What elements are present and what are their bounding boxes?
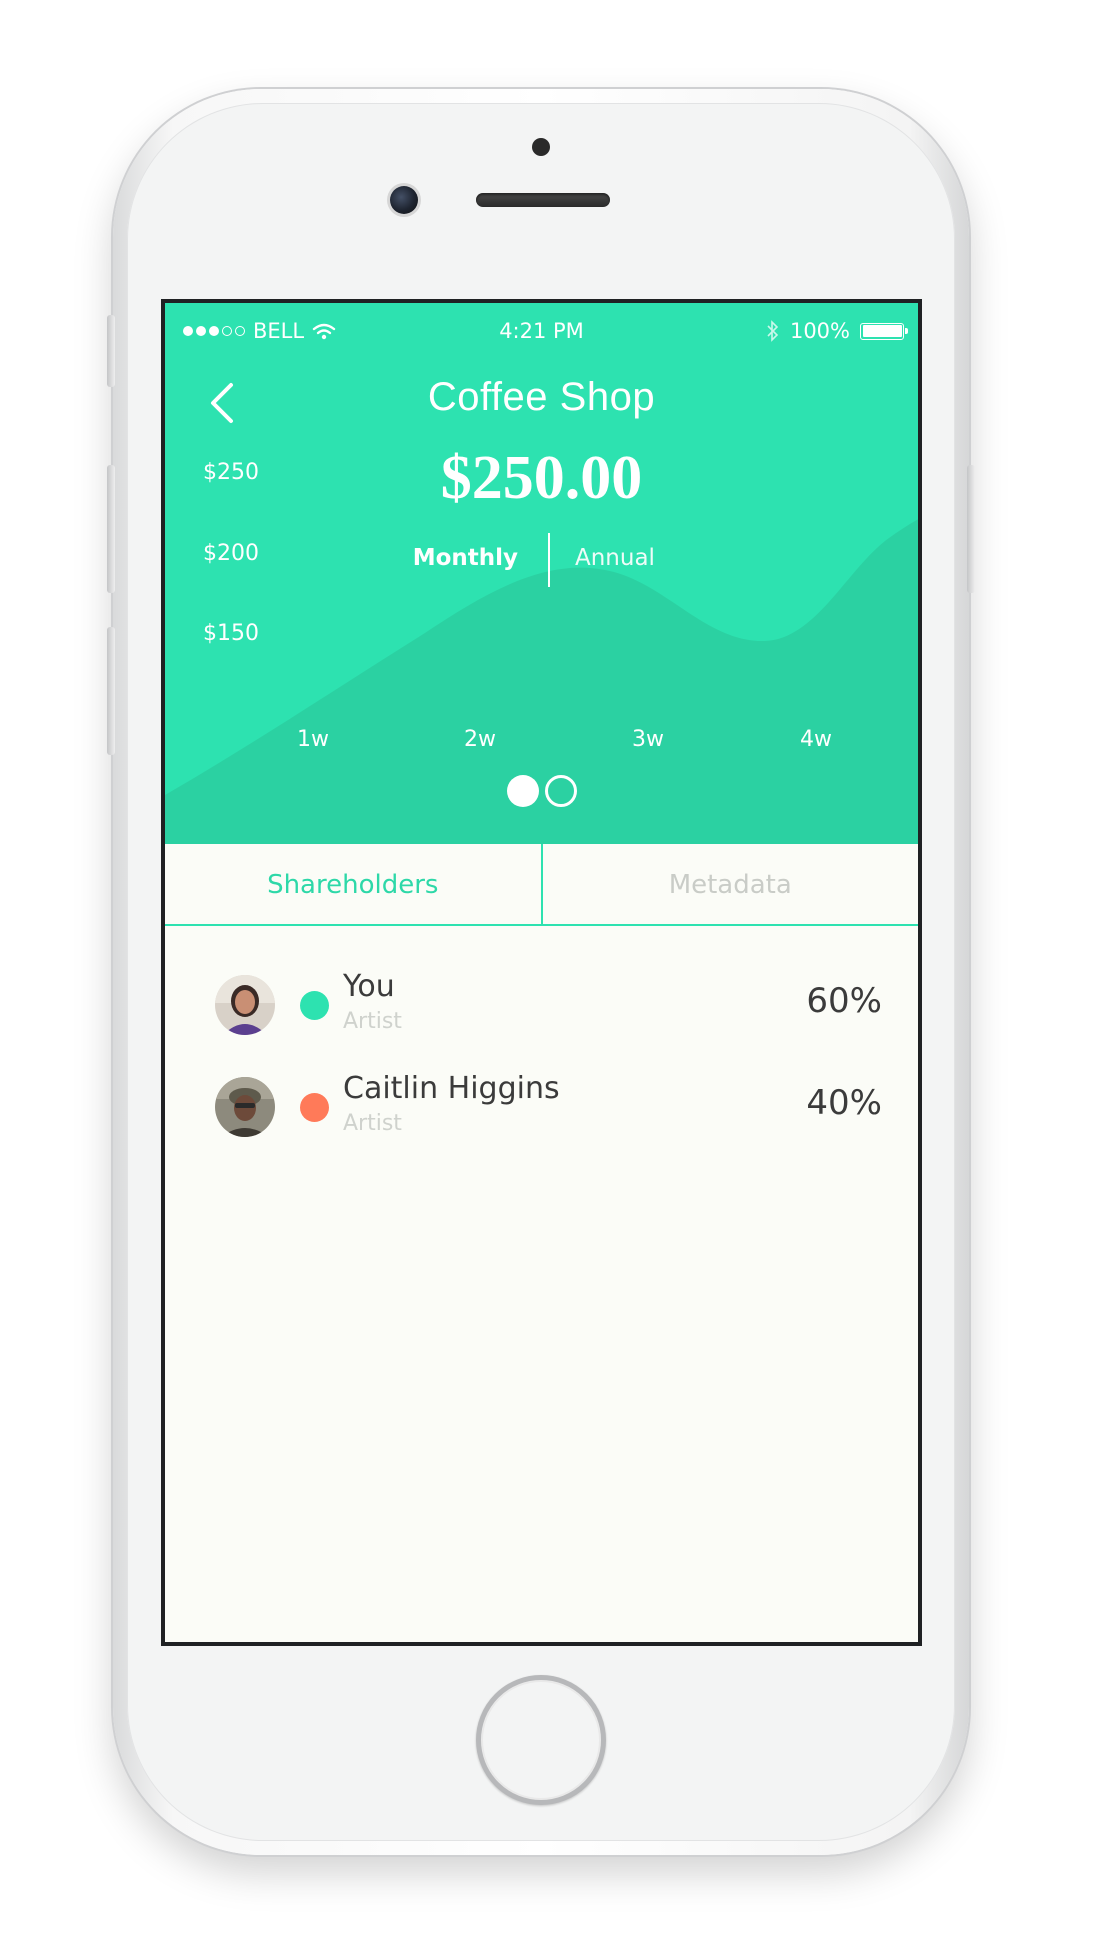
- x-tick-label: 4w: [800, 727, 832, 752]
- battery-percent: 100%: [789, 319, 850, 343]
- x-tick-label: 1w: [297, 727, 329, 752]
- shareholder-name: Caitlin Higgins: [343, 1071, 560, 1106]
- proximity-sensor: [532, 138, 550, 156]
- x-tick-label: 2w: [464, 727, 496, 752]
- home-button[interactable]: [476, 1675, 606, 1805]
- front-camera-icon: [390, 186, 418, 214]
- shareholder-percent: 40%: [806, 1083, 882, 1123]
- x-tick-label: 3w: [632, 727, 664, 752]
- battery-icon: [860, 322, 908, 340]
- page-indicator: [165, 775, 918, 807]
- mute-switch: [107, 315, 115, 387]
- y-tick-label: $150: [203, 621, 259, 646]
- shareholder-list: You Artist 60% Caitlin Higgins Artist 40…: [165, 926, 918, 1175]
- volume-up-button: [107, 465, 115, 593]
- shareholder-percent: 60%: [806, 981, 882, 1021]
- total-amount: $250.00: [440, 444, 643, 512]
- avatar: [215, 975, 275, 1035]
- period-divider: [548, 533, 550, 587]
- bluetooth-icon: [767, 320, 779, 342]
- period-annual[interactable]: Annual: [575, 545, 655, 571]
- shareholder-role: Artist: [343, 1009, 402, 1034]
- page-dot[interactable]: [544, 775, 577, 807]
- status-bar: BELL 4:21 PM 100%: [165, 319, 918, 349]
- avatar: [215, 1077, 275, 1137]
- page-dot-active[interactable]: [506, 775, 539, 807]
- app-screen: BELL 4:21 PM 100% Coffee Shop $250.00 Mo…: [161, 299, 922, 1646]
- tab-bar: Shareholders Metadata: [165, 844, 918, 926]
- volume-down-button: [107, 627, 115, 755]
- shareholder-name: You: [343, 969, 395, 1004]
- y-tick-label: $250: [203, 460, 259, 485]
- shareholder-color-dot: [300, 1093, 329, 1122]
- tab-shareholders[interactable]: Shareholders: [165, 844, 541, 924]
- y-tick-label: $200: [203, 541, 259, 566]
- power-button: [967, 465, 975, 593]
- period-toggle: Monthly Annual: [165, 533, 918, 587]
- period-monthly[interactable]: Monthly: [413, 545, 518, 571]
- shareholder-role: Artist: [343, 1111, 402, 1136]
- list-item[interactable]: Caitlin Higgins Artist 40%: [165, 1071, 918, 1175]
- status-right: 100%: [766, 319, 908, 343]
- tab-metadata[interactable]: Metadata: [540, 844, 919, 924]
- page-title: Coffee Shop: [427, 375, 656, 419]
- earpiece-speaker: [476, 193, 610, 207]
- list-item[interactable]: You Artist 60%: [165, 969, 918, 1073]
- shareholder-color-dot: [300, 991, 329, 1020]
- header: BELL 4:21 PM 100% Coffee Shop $250.00 Mo…: [165, 303, 918, 844]
